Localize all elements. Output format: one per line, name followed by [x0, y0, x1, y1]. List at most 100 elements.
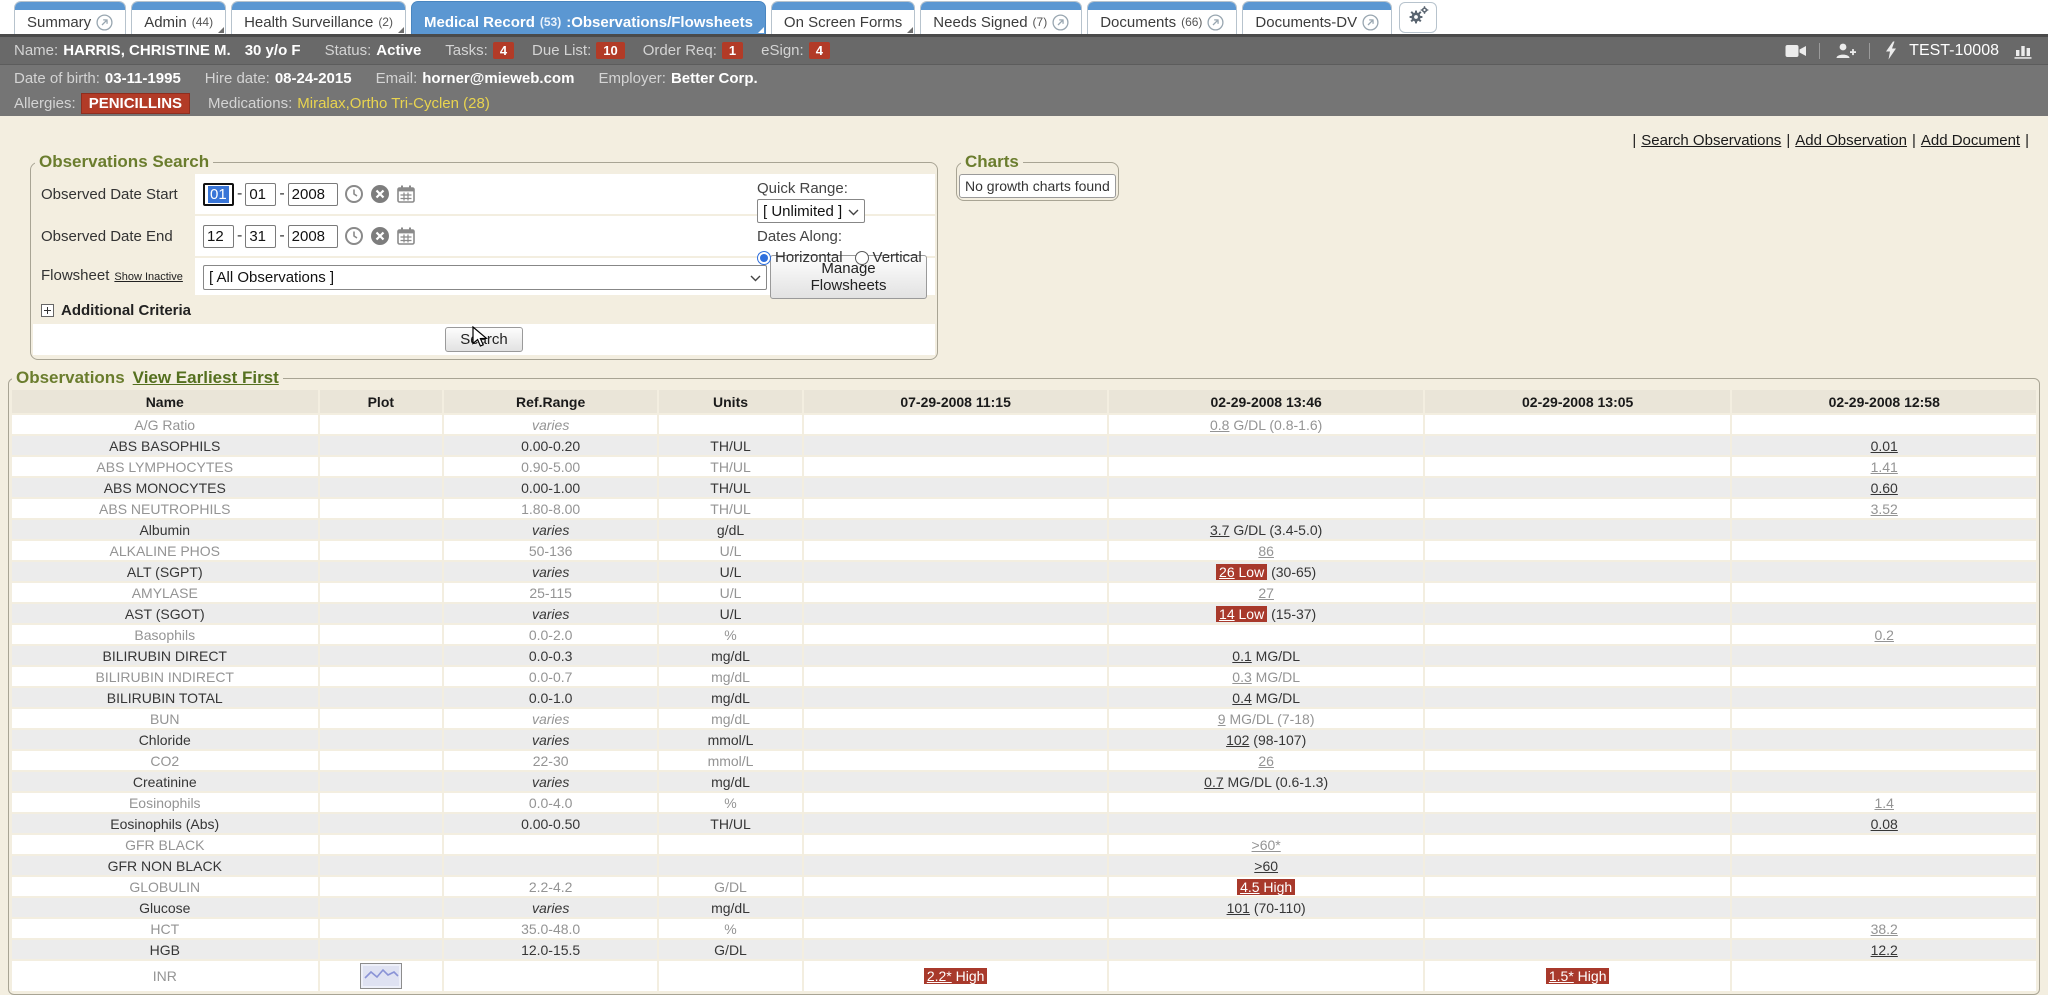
obs-value-link[interactable]: 101 — [1227, 900, 1250, 916]
obs-value-link[interactable]: 0.7 — [1204, 774, 1223, 790]
flowsheet-select[interactable]: [ All Observations ] — [203, 265, 767, 290]
tab-dropdown-caret[interactable] — [218, 27, 224, 33]
obs-value-link[interactable]: 0.1 — [1232, 648, 1251, 664]
action-link-search-observations[interactable]: Search Observations — [1641, 132, 1781, 149]
obs-value-link[interactable]: 38.2 — [1871, 921, 1898, 937]
action-link-add-observation[interactable]: Add Observation — [1795, 132, 1907, 149]
quick-range-select[interactable]: [ Unlimited ] — [757, 199, 865, 223]
vertical-radio[interactable] — [855, 251, 869, 265]
end-year-input[interactable]: 2008 — [288, 225, 338, 248]
clear-date-icon[interactable] — [370, 226, 390, 246]
video-camera-icon[interactable] — [1785, 43, 1807, 59]
tab-dropdown-caret[interactable] — [398, 27, 404, 33]
obs-value-link[interactable]: 1.4 — [1874, 795, 1893, 811]
tab-summary[interactable]: Summary — [14, 1, 126, 34]
tab-health-surveillance[interactable]: Health Surveillance(2) — [231, 1, 406, 34]
obs-value-cell — [804, 625, 1108, 644]
calendar-icon[interactable] — [396, 184, 416, 204]
obs-value-link[interactable]: 14 — [1219, 606, 1235, 622]
horizontal-radio[interactable] — [757, 251, 771, 265]
tab-medical-record[interactable]: Medical Record(53):Observations/Flowshee… — [411, 1, 766, 34]
tab-settings-gear-button[interactable] — [1399, 2, 1437, 33]
end-month-input[interactable]: 12 — [203, 225, 234, 248]
popout-icon[interactable] — [1362, 14, 1379, 31]
abnormal-flag: 26 Low — [1216, 564, 1267, 580]
obs-value-link[interactable]: 3.7 — [1210, 522, 1229, 538]
obs-value-link[interactable]: 27 — [1258, 585, 1274, 601]
obs-value-link[interactable]: 0.60 — [1871, 480, 1898, 496]
obs-value-link[interactable]: 9 — [1218, 711, 1226, 727]
count-badge[interactable]: 4 — [809, 42, 830, 59]
count-badge[interactable]: 1 — [722, 42, 743, 59]
tab-documents[interactable]: Documents(66) — [1087, 1, 1237, 34]
obs-value-link[interactable]: 12.2 — [1871, 942, 1898, 958]
popout-icon[interactable] — [96, 14, 113, 31]
popout-icon[interactable] — [1052, 14, 1069, 31]
clear-date-icon[interactable] — [370, 184, 390, 204]
additional-criteria-toggle[interactable]: Additional Criteria — [33, 297, 935, 324]
station-id: TEST-10008 — [1909, 42, 1999, 60]
medication-link[interactable]: Miralax — [297, 95, 345, 112]
medication-link[interactable]: Ortho Tri-Cyclen (28) — [350, 95, 490, 112]
tab-label-area: Summary — [15, 10, 125, 34]
table-row: GFR NON BLACK>60 — [12, 856, 2036, 875]
obs-value-link[interactable]: 26 — [1219, 564, 1235, 580]
obs-value-cell — [1425, 709, 1731, 728]
start-day-input[interactable]: 01 — [245, 183, 276, 206]
clock-icon[interactable] — [344, 184, 364, 204]
obs-value-link[interactable]: 0.08 — [1871, 816, 1898, 832]
view-earliest-first-link[interactable]: View Earliest First — [133, 368, 279, 387]
start-month-input[interactable]: 01 — [203, 183, 234, 206]
obs-value-link[interactable]: 0.4 — [1232, 690, 1251, 706]
tab-admin[interactable]: Admin(44) — [131, 1, 226, 34]
obs-value-link[interactable]: >60* — [1252, 837, 1281, 853]
obs-value-link[interactable]: 1.41 — [1871, 459, 1898, 475]
end-day-input[interactable]: 31 — [245, 225, 276, 248]
obs-value-cell: 1.41 — [1732, 457, 2036, 476]
tab-dropdown-caret[interactable] — [907, 27, 913, 33]
tab-needs-signed[interactable]: Needs Signed(7) — [920, 1, 1082, 34]
obs-value-link[interactable]: 1.5* — [1549, 968, 1574, 984]
show-inactive-link[interactable]: Show Inactive — [114, 271, 182, 283]
obs-value-cell — [1732, 898, 2036, 917]
ref-range-varies: varies — [532, 522, 569, 538]
chart-stats-icon[interactable] — [2014, 42, 2034, 59]
expand-plus-icon[interactable] — [41, 304, 54, 317]
search-button[interactable]: Search — [445, 327, 523, 352]
obs-value-link[interactable]: 2.2* — [927, 968, 952, 984]
obs-value-cell — [1109, 457, 1423, 476]
obs-value-link[interactable]: 0.3 — [1232, 669, 1251, 685]
patient-hire-date: 08-24-2015 — [275, 70, 352, 87]
calendar-icon[interactable] — [396, 226, 416, 246]
obs-value-link[interactable]: 0.2 — [1874, 627, 1893, 643]
clock-icon[interactable] — [344, 226, 364, 246]
units-cell — [659, 961, 802, 991]
start-year-input[interactable]: 2008 — [288, 183, 338, 206]
plot-cell — [320, 457, 443, 476]
count-badge[interactable]: 10 — [596, 42, 624, 59]
allergy-badge[interactable]: PENICILLINS — [81, 93, 190, 114]
add-person-icon[interactable] — [1835, 42, 1857, 60]
obs-value-link[interactable]: 0.8 — [1210, 417, 1229, 433]
obs-value-link[interactable]: 86 — [1258, 543, 1274, 559]
plot-thumbnail[interactable] — [360, 963, 402, 989]
obs-value-cell — [804, 436, 1108, 455]
tab-documents-dv[interactable]: Documents-DV — [1242, 1, 1392, 34]
ref-range-varies: varies — [532, 900, 569, 916]
obs-value-link[interactable]: 3.52 — [1871, 501, 1898, 517]
tab-on-screen-forms[interactable]: On Screen Forms — [771, 1, 915, 34]
obs-value-link[interactable]: 102 — [1226, 732, 1249, 748]
obs-name-cell: Creatinine — [12, 772, 318, 791]
popout-icon[interactable] — [1207, 14, 1224, 31]
obs-value-link[interactable]: >60 — [1254, 858, 1278, 874]
charts-legend: Charts — [961, 152, 1023, 172]
obs-value-link[interactable]: 26 — [1258, 753, 1274, 769]
obs-value-link[interactable]: 0.01 — [1871, 438, 1898, 454]
tab-label: On Screen Forms — [784, 14, 902, 31]
units-cell: TH/UL — [659, 478, 802, 497]
action-link-add-document[interactable]: Add Document — [1921, 132, 2020, 149]
count-badge[interactable]: 4 — [493, 42, 514, 59]
tab-dropdown-caret[interactable] — [758, 27, 764, 33]
obs-value-link[interactable]: 4.5 — [1240, 879, 1259, 895]
lightning-icon[interactable] — [1885, 41, 1897, 60]
